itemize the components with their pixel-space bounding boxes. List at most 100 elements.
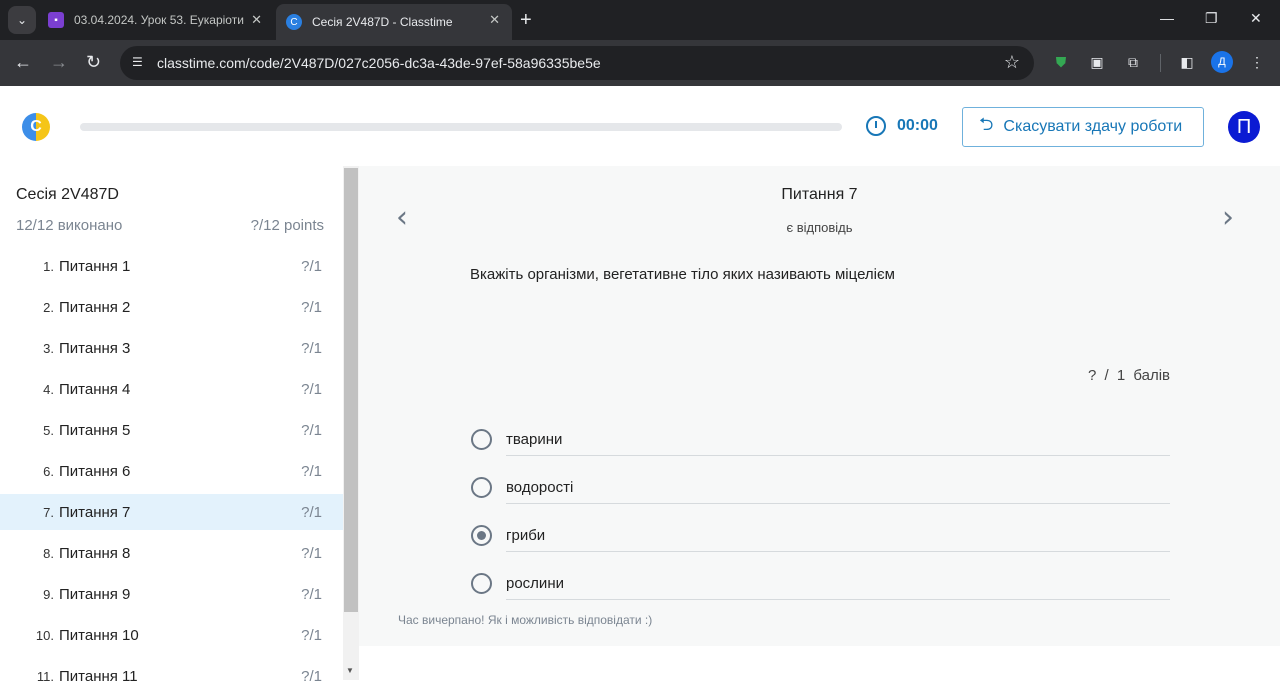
item-number: 3.	[43, 340, 54, 356]
answer-option[interactable]: водорості	[471, 470, 1171, 506]
question-text: Вкажіть організми, вегетативне тіло яких…	[470, 266, 895, 283]
new-tab-icon[interactable]: +	[520, 9, 532, 32]
item-number: 1.	[43, 258, 54, 274]
stopwatch-icon	[866, 116, 886, 136]
session-points: ?/12 points	[250, 217, 324, 234]
classtime-logo[interactable]: C	[22, 113, 50, 141]
profile-avatar[interactable]: Д	[1211, 51, 1233, 73]
item-points: ?/1	[301, 585, 322, 603]
item-points: ?/1	[301, 298, 322, 316]
sidebar-item-question-6[interactable]: 6. Питання 6 ?/1	[0, 453, 343, 489]
url-text[interactable]: classtime.com/code/2V487D/027c2056-dc3a-…	[157, 55, 601, 71]
item-number: 2.	[43, 299, 54, 315]
session-progress: 12/12 виконано	[16, 217, 123, 234]
question-title: Питання 7	[781, 186, 858, 203]
option-divider	[506, 551, 1170, 552]
sidebar-item-question-3[interactable]: 3. Питання 3 ?/1	[0, 330, 343, 366]
option-label: гриби	[506, 527, 546, 544]
sidebar-item-question-8[interactable]: 8. Питання 8 ?/1	[0, 535, 343, 571]
sidebar-item-question-5[interactable]: 5. Питання 5 ?/1	[0, 412, 343, 448]
sidebar-item-question-11[interactable]: 11. Питання 11 ?/1	[0, 658, 343, 694]
side-panel-icon[interactable]: ◧	[1178, 53, 1196, 71]
radio-button[interactable]	[471, 477, 492, 498]
cancel-submission-button[interactable]: ⮌ Скасувати здачу роботи	[962, 107, 1204, 147]
back-icon[interactable]: ←	[14, 52, 32, 73]
sidebar-item-question-2[interactable]: 2. Питання 2 ?/1	[0, 289, 343, 325]
radio-button-checked[interactable]	[471, 525, 492, 546]
option-divider	[506, 599, 1170, 600]
shield-extension-icon[interactable]: ⛊	[1052, 53, 1070, 71]
sidebar-item-question-7[interactable]: 7. Питання 7 ?/1	[0, 494, 343, 530]
restore-icon[interactable]: ❐	[1205, 10, 1218, 27]
browser-tab-2[interactable]: C Сесія 2V487D - Classtime ✕	[276, 4, 512, 40]
item-points: ?/1	[301, 462, 322, 480]
item-label: Питання 1	[59, 257, 131, 275]
forward-icon[interactable]: →	[50, 52, 68, 73]
item-number: 10.	[35, 627, 54, 643]
item-label: Питання 6	[59, 462, 131, 480]
window-close-icon[interactable]: ✕	[1250, 10, 1262, 27]
puzzle-extensions-icon[interactable]: ⧉	[1124, 53, 1142, 71]
browser-toolbar: ← → ↻ ☰ classtime.com/code/2V487D/027c20…	[0, 40, 1280, 86]
question-panel: ‹ › Питання 7 є відповідь Вкажіть органі…	[359, 166, 1280, 646]
classtime-favicon-icon: C	[286, 14, 302, 30]
answer-option[interactable]: тварини	[471, 422, 1171, 458]
item-points: ?/1	[301, 544, 322, 562]
toolbar-divider	[1160, 54, 1161, 72]
item-label: Питання 3	[59, 339, 131, 357]
reload-icon[interactable]: ↻	[86, 52, 101, 73]
item-points: ?/1	[301, 503, 322, 521]
sidebar-item-question-1[interactable]: 1. Питання 1 ?/1	[0, 248, 343, 284]
user-avatar[interactable]: П	[1228, 111, 1260, 143]
tab-close-icon[interactable]: ✕	[251, 12, 262, 28]
item-points: ?/1	[301, 339, 322, 357]
item-label: Питання 2	[59, 298, 131, 316]
item-number: 7.	[43, 504, 54, 520]
sidebar-item-question-9[interactable]: 9. Питання 9 ?/1	[0, 576, 343, 612]
radio-button[interactable]	[471, 429, 492, 450]
bookmark-star-icon[interactable]: ☆	[1004, 52, 1020, 73]
item-number: 9.	[43, 586, 54, 602]
timeout-note: Час вичерпано! Як і можливість відповіда…	[398, 613, 653, 627]
item-points: ?/1	[301, 380, 322, 398]
tab-search-dropdown-icon[interactable]: ⌄	[8, 6, 36, 34]
browser-tab-bar: ⌄ ▪ 03.04.2024. Урок 53. Еукаріоти ✕ C С…	[0, 0, 1280, 40]
extension-icon[interactable]: ▣	[1088, 53, 1106, 71]
browser-menu-icon[interactable]: ⋮	[1248, 53, 1266, 71]
sidebar-item-question-10[interactable]: 10. Питання 10 ?/1	[0, 617, 343, 653]
undo-icon: ⮌	[979, 114, 994, 134]
question-status: є відповідь	[786, 220, 853, 235]
browser-tab-1[interactable]: ▪ 03.04.2024. Урок 53. Еукаріоти ✕	[40, 4, 274, 36]
minimize-icon[interactable]: —	[1160, 10, 1174, 26]
progress-bar	[80, 123, 842, 131]
item-points: ?/1	[301, 667, 322, 685]
classroom-favicon-icon: ▪	[48, 12, 64, 28]
question-sidebar: Сесія 2V487D 12/12 виконано ?/12 points …	[0, 166, 343, 685]
scroll-down-arrow-icon[interactable]: ▼	[346, 666, 354, 675]
item-label: Питання 5	[59, 421, 131, 439]
item-label: Питання 7	[59, 503, 131, 521]
item-number: 4.	[43, 381, 54, 397]
item-label: Питання 11	[59, 667, 138, 685]
answer-option[interactable]: рослини	[471, 566, 1171, 602]
address-bar[interactable]: ☰ classtime.com/code/2V487D/027c2056-dc3…	[120, 46, 1034, 80]
option-divider	[506, 455, 1170, 456]
option-divider	[506, 503, 1170, 504]
radio-button[interactable]	[471, 573, 492, 594]
cancel-submission-label: Скасувати здачу роботи	[1003, 118, 1183, 135]
item-points: ?/1	[301, 626, 322, 644]
answer-option-selected[interactable]: гриби	[471, 518, 1171, 554]
tab-close-icon[interactable]: ✕	[489, 12, 500, 28]
option-label: рослини	[506, 575, 564, 592]
timer: 00:00	[866, 116, 938, 136]
item-label: Питання 8	[59, 544, 131, 562]
item-points: ?/1	[301, 421, 322, 439]
item-label: Питання 9	[59, 585, 131, 603]
sidebar-scrollbar-thumb[interactable]	[344, 168, 358, 612]
question-score: ? / 1 балів	[1088, 367, 1170, 384]
item-label: Питання 4	[59, 380, 131, 398]
option-label: водорості	[506, 479, 574, 496]
sidebar-item-question-4[interactable]: 4. Питання 4 ?/1	[0, 371, 343, 407]
timer-value: 00:00	[897, 117, 938, 134]
site-info-icon[interactable]: ☰	[132, 55, 148, 71]
